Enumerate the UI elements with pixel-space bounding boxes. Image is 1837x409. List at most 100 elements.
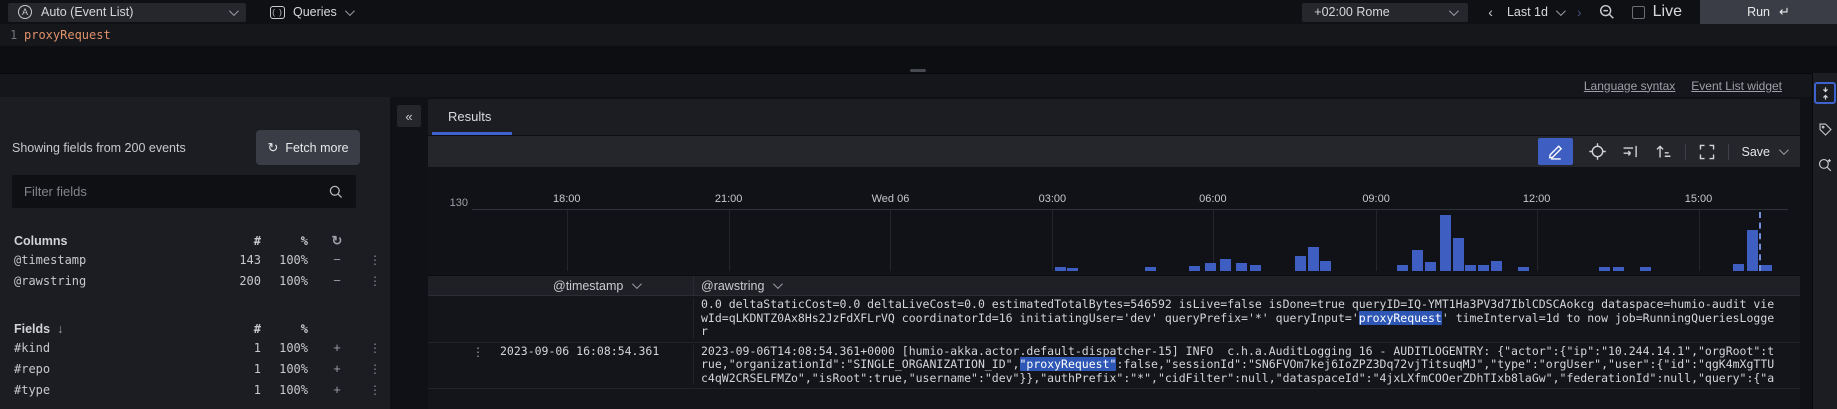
column-header-timestamp[interactable]: @timestamp <box>496 276 693 295</box>
gridline <box>890 210 891 271</box>
tab-results[interactable]: Results <box>448 109 491 124</box>
time-range-select[interactable]: Last 1d <box>1507 5 1563 19</box>
chevron-down-icon <box>1779 145 1789 155</box>
right-panel-strip <box>1812 73 1837 409</box>
histogram-bar <box>1250 265 1261 271</box>
x-tick-label: 12:00 <box>1523 193 1551 205</box>
event-rows: 0.0 deltaStaticCost=0.0 deltaLiveCost=0.… <box>428 296 1800 409</box>
crosshair-icon <box>1588 142 1607 161</box>
annotate-button[interactable] <box>1538 138 1573 165</box>
histogram-bar <box>1747 230 1758 271</box>
x-tick-label: 21:00 <box>715 193 743 205</box>
visualization-select[interactable]: A Auto (Event List) <box>8 3 246 22</box>
gridline <box>1699 210 1700 271</box>
histogram-bar <box>1440 215 1451 271</box>
wrap-lines-button[interactable] <box>1621 142 1640 161</box>
collapse-icon: « <box>405 109 412 124</box>
histogram-bar <box>1236 263 1247 271</box>
field-percent: 100% <box>261 274 308 288</box>
field-percent: 100% <box>261 253 308 267</box>
fullscreen-button[interactable] <box>1698 143 1716 161</box>
columns-title: Columns <box>14 234 215 248</box>
rawstring-cell: 0.0 deltaStaticCost=0.0 deltaLiveCost=0.… <box>693 298 1800 339</box>
top-toolbar: A Auto (Event List) ( ) Queries +02:00 R… <box>0 0 1837 24</box>
field-count: 200 <box>215 274 261 288</box>
chart-plot[interactable] <box>472 209 1788 271</box>
tag-panel-button[interactable] <box>1814 118 1836 140</box>
crosshair-button[interactable] <box>1588 142 1607 161</box>
queries-icon: ( ) <box>270 6 285 19</box>
field-menu-button[interactable]: ⋮ <box>366 341 384 355</box>
table-row[interactable]: ⋮2023-09-06 16:08:54.3612023-09-06T14:08… <box>428 343 1800 390</box>
saved-search-panel-button[interactable] <box>1814 154 1836 176</box>
column-header-rawstring[interactable]: @rawstring <box>693 276 1800 295</box>
zoom-out-time-button[interactable] <box>1598 3 1616 21</box>
field-menu-button[interactable]: ⋮ <box>366 362 384 376</box>
results-toolbar: Save <box>428 136 1800 167</box>
field-row[interactable]: @timestamp143100%−⋮ <box>0 249 390 270</box>
timestamp-cell <box>496 298 693 339</box>
now-marker-line <box>1759 212 1761 271</box>
fetch-more-button[interactable]: ↻ Fetch more <box>256 130 360 165</box>
toolbar-divider <box>1728 144 1729 160</box>
table-row[interactable]: 0.0 deltaStaticCost=0.0 deltaLiveCost=0.… <box>428 296 1800 343</box>
field-name: @rawstring <box>14 274 215 288</box>
filter-fields-placeholder: Filter fields <box>24 184 87 199</box>
event-list-widget-link[interactable]: Event List widget <box>1691 79 1782 93</box>
fields-rows: #kind1100%+⋮#repo1100%+⋮#type1100%+⋮ <box>0 337 390 400</box>
x-tick-label: 15:00 <box>1685 193 1713 205</box>
sort-asc-icon <box>1654 142 1673 161</box>
query-text[interactable]: proxyRequest <box>24 28 111 42</box>
run-button[interactable]: Run ↵ <box>1700 0 1837 24</box>
field-row[interactable]: #type1100%+⋮ <box>0 379 390 400</box>
field-row[interactable]: #kind1100%+⋮ <box>0 337 390 358</box>
collapse-sidebar-button[interactable]: « <box>397 105 421 127</box>
remove-field-button[interactable]: − <box>308 252 366 267</box>
add-field-button[interactable]: + <box>308 340 366 355</box>
queries-menu-button[interactable]: ( ) Queries <box>270 5 352 19</box>
field-row[interactable]: #repo1100%+⋮ <box>0 358 390 379</box>
sync-columns-icon[interactable]: ↻ <box>308 233 366 249</box>
filter-fields-input[interactable]: Filter fields <box>12 175 356 208</box>
field-row[interactable]: @rawstring200100%−⋮ <box>0 270 390 291</box>
live-checkbox[interactable] <box>1632 6 1645 19</box>
chevron-down-icon <box>1556 6 1566 16</box>
count-header: # <box>215 322 261 336</box>
gridline <box>1213 210 1214 271</box>
remove-field-button[interactable]: − <box>308 273 366 288</box>
toolbar-divider <box>1685 144 1686 160</box>
row-gutter: ⋮ <box>428 345 496 386</box>
live-label: Live <box>1653 3 1682 21</box>
add-field-button[interactable]: + <box>308 361 366 376</box>
field-menu-button[interactable]: ⋮ <box>366 274 384 288</box>
field-menu-button[interactable]: ⋮ <box>366 383 384 397</box>
resize-handle[interactable] <box>910 69 926 72</box>
language-syntax-link[interactable]: Language syntax <box>1584 79 1675 93</box>
editor-body[interactable] <box>0 46 1837 73</box>
percent-header: % <box>261 322 308 336</box>
chevron-down-icon <box>229 6 239 16</box>
row-menu-button[interactable]: ⋮ <box>472 345 484 359</box>
collapse-sections-button[interactable] <box>1814 82 1836 104</box>
log-line: 2023-09-06T14:08:54.361+0000 [humio-akka… <box>701 345 1800 359</box>
time-range-back-button[interactable]: ‹ <box>1482 4 1499 20</box>
query-editor[interactable]: 1 proxyRequest <box>0 24 1837 46</box>
histogram-bar <box>1613 267 1624 271</box>
live-toggle[interactable]: Live <box>1632 3 1682 21</box>
histogram-bar <box>1308 247 1319 271</box>
timezone-select[interactable]: +02:00 Rome <box>1302 3 1468 22</box>
y-axis-max-label: 130 <box>442 197 468 209</box>
save-button[interactable]: Save <box>1742 145 1787 159</box>
return-key-icon: ↵ <box>1779 4 1790 20</box>
fields-summary: Showing fields from 200 events <box>12 141 186 155</box>
queries-label: Queries <box>293 5 337 19</box>
time-range-forward-button[interactable]: › <box>1571 4 1588 20</box>
x-tick-label: 09:00 <box>1362 193 1390 205</box>
sort-order-button[interactable] <box>1654 142 1673 161</box>
add-field-button[interactable]: + <box>308 382 366 397</box>
histogram-bar <box>1189 266 1200 271</box>
gridline <box>1537 210 1538 271</box>
fields-sidebar: Showing fields from 200 events ↻ Fetch m… <box>0 97 390 409</box>
field-menu-button[interactable]: ⋮ <box>366 253 384 267</box>
auto-visualization-icon: A <box>18 5 32 19</box>
